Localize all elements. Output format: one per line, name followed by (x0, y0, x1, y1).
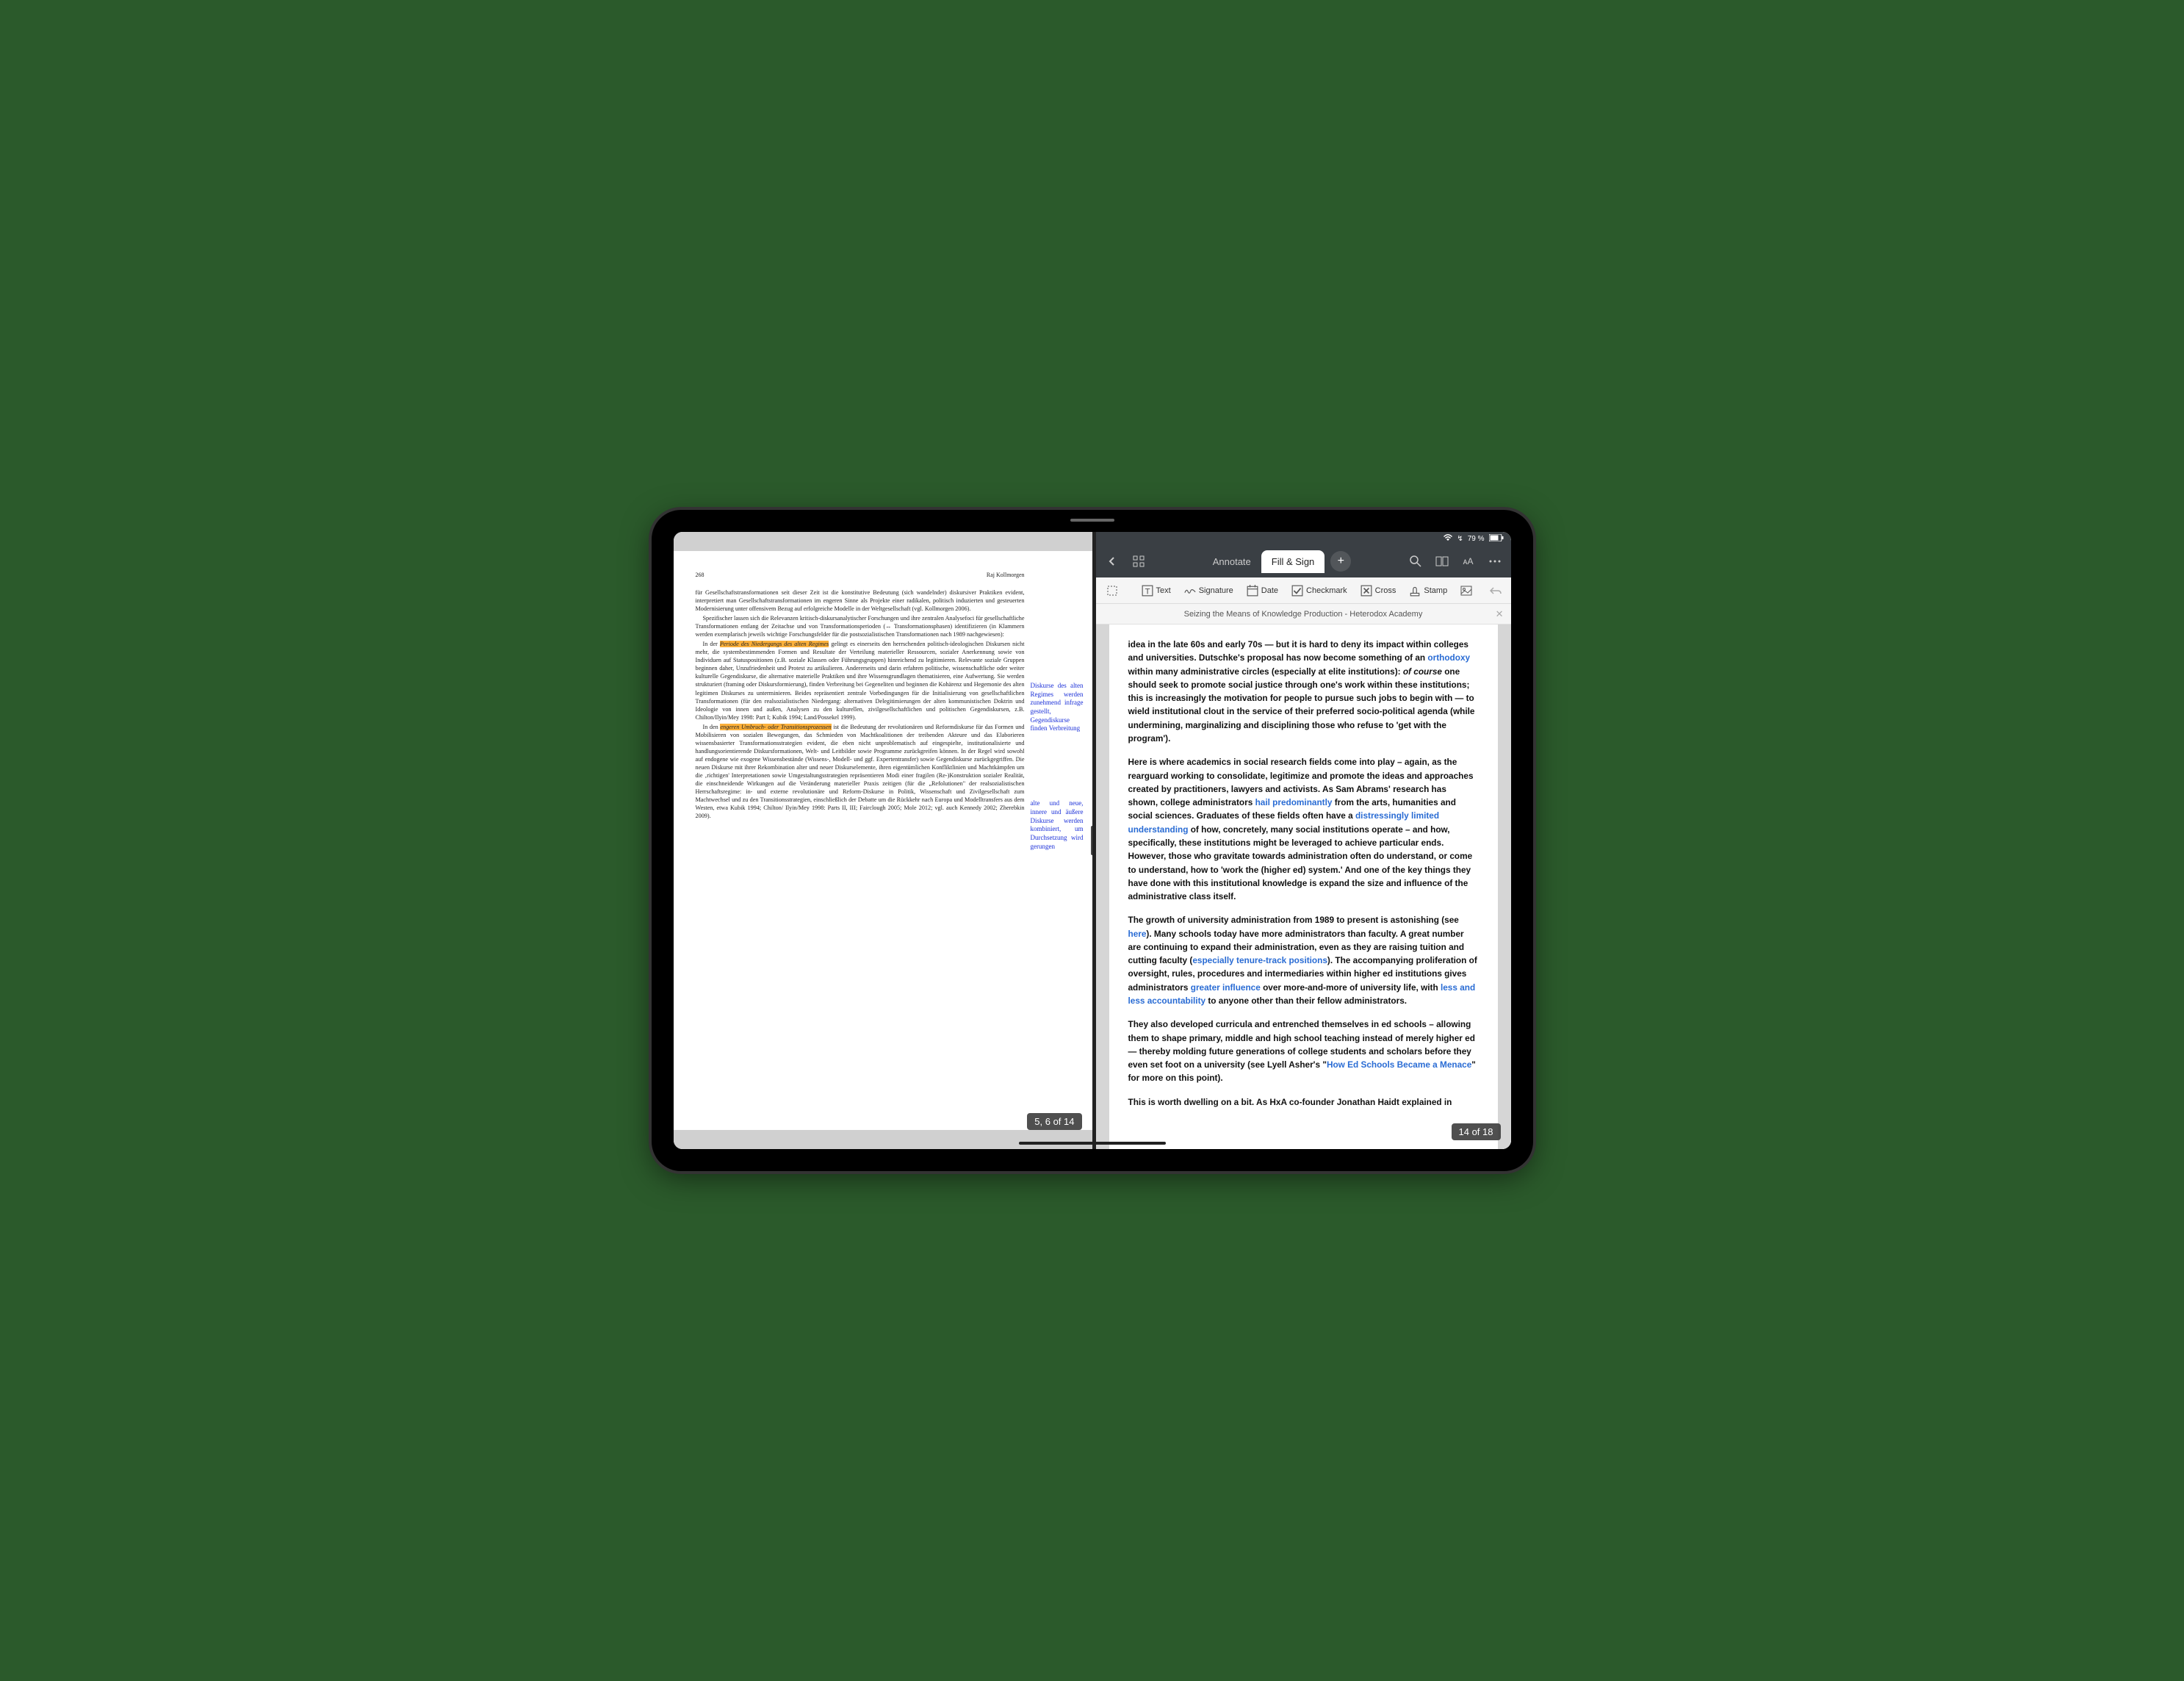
paragraph: Here is where academics in social resear… (1128, 755, 1479, 903)
more-icon[interactable] (1485, 551, 1505, 572)
text: over more-and-more of university life, w… (1261, 982, 1441, 993)
screen: 268 Raj Kollmorgen für Gesellschaftstran… (674, 532, 1511, 1149)
back-button[interactable] (1102, 551, 1122, 572)
battery-percentage: 79 % (1468, 535, 1485, 543)
tool-label: Cross (1375, 586, 1396, 595)
document-title: Seizing the Means of Knowledge Productio… (1184, 610, 1423, 619)
highlight[interactable]: engeren Umbruch- oder Transitionsprozess… (720, 724, 831, 730)
tool-label: Checkmark (1306, 586, 1347, 595)
text-tool[interactable]: T Text (1137, 582, 1175, 600)
selection-tool[interactable] (1102, 582, 1122, 600)
right-app-pane: ↯ 79 % Annotate Fill & Sign + (1092, 532, 1511, 1149)
handwritten-annotation[interactable]: alte und neue, innere und äußere Diskurs… (1031, 799, 1084, 851)
text-size-icon[interactable]: ᴀA (1458, 551, 1479, 572)
page-counter: 14 of 18 (1452, 1123, 1501, 1140)
tab-fill-sign[interactable]: Fill & Sign (1261, 550, 1325, 573)
paragraph: idea in the late 60s and early 70s — but… (1128, 638, 1479, 745)
text: In der (703, 641, 720, 647)
left-document-page[interactable]: 268 Raj Kollmorgen für Gesellschaftstran… (674, 551, 1092, 1130)
text: to anyone other than their fellow admini… (1205, 996, 1407, 1006)
add-tab-button[interactable]: + (1330, 551, 1351, 572)
handwritten-annotation[interactable]: Diskurse des alten Regimes werden zunehm… (1031, 682, 1084, 733)
page-counter: 5, 6 of 14 (1027, 1113, 1081, 1130)
ipad-frame: 268 Raj Kollmorgen für Gesellschaftstran… (652, 510, 1533, 1171)
left-text-column: 268 Raj Kollmorgen für Gesellschaftstran… (696, 572, 1031, 1121)
text: within many administrative circles (espe… (1128, 666, 1403, 677)
top-notch (1070, 519, 1114, 522)
page-author: Raj Kollmorgen (987, 572, 1025, 580)
text: In den (703, 724, 721, 730)
link-orthodoxy[interactable]: orthodoxy (1427, 652, 1470, 663)
paragraph: This is worth dwelling on a bit. As HxA … (1128, 1095, 1479, 1109)
close-document-button[interactable]: ✕ (1496, 608, 1504, 620)
right-document-viewport[interactable]: idea in the late 60s and early 70s — but… (1096, 624, 1511, 1149)
paragraph: Spezifischer lassen sich die Relevanzen … (696, 614, 1025, 638)
search-icon[interactable] (1405, 551, 1426, 572)
paragraph: The growth of university administration … (1128, 913, 1479, 1007)
paragraph: They also developed curricula and entren… (1128, 1018, 1479, 1084)
top-toolbar: Annotate Fill & Sign + ᴀA (1096, 545, 1511, 577)
link-hail-predominantly[interactable]: hail predominantly (1255, 797, 1333, 807)
date-tool[interactable]: Date (1242, 582, 1283, 600)
document-title-bar: Seizing the Means of Knowledge Productio… (1096, 604, 1511, 624)
paragraph: In der Periode des Niedergangs des alten… (696, 640, 1025, 721)
link-greater-influence[interactable]: greater influence (1191, 982, 1261, 993)
outline-icon[interactable] (1432, 551, 1452, 572)
svg-text:T: T (1145, 587, 1150, 596)
text: of how, concretely, many social institut… (1128, 824, 1473, 901)
wifi-icon (1444, 534, 1452, 544)
left-bottombar (674, 1131, 1092, 1149)
battery-icon (1489, 534, 1504, 544)
tool-label: Text (1156, 586, 1171, 595)
stamp-tool[interactable]: Stamp (1405, 582, 1452, 600)
fill-sign-toolbar: T Text Signature Date Checkmark Cr (1096, 577, 1511, 604)
margin-annotations: Diskurse des alten Regimes werden zunehm… (1031, 572, 1084, 1121)
tool-label: Date (1261, 586, 1278, 595)
highlight[interactable]: Periode des Niedergangs des alten Regime… (720, 641, 829, 647)
text: gelingt es einerseits den herrschenden p… (696, 641, 1025, 721)
italic-text: of course (1403, 666, 1442, 677)
cross-tool[interactable]: Cross (1356, 582, 1401, 600)
checkmark-tool[interactable]: Checkmark (1287, 582, 1352, 600)
signature-tool[interactable]: Signature (1180, 582, 1238, 600)
grid-view-icon[interactable] (1128, 551, 1149, 572)
home-indicator[interactable] (1019, 1142, 1166, 1145)
text: idea in the late 60s and early 70s — but… (1128, 639, 1468, 663)
tool-label: Signature (1199, 586, 1233, 595)
right-document-page: idea in the late 60s and early 70s — but… (1109, 624, 1498, 1149)
paragraph: In den engeren Umbruch- oder Transitions… (696, 723, 1025, 821)
status-bar: ↯ 79 % (1096, 532, 1511, 545)
charging-icon: ↯ (1457, 535, 1463, 543)
left-topbar (674, 532, 1092, 550)
tool-label: Stamp (1424, 586, 1447, 595)
undo-button[interactable] (1485, 582, 1506, 600)
paragraph: für Gesellschaftstransformationen seit d… (696, 588, 1025, 613)
page-number: 268 (696, 572, 704, 580)
text: ist die Bedeutung der revolutionären und… (696, 724, 1025, 820)
link-tenure-track[interactable]: especially tenure-track positions (1192, 955, 1327, 965)
left-app-pane: 268 Raj Kollmorgen für Gesellschaftstran… (674, 532, 1092, 1149)
link-ed-schools-menace[interactable]: How Ed Schools Became a Menace (1327, 1059, 1471, 1070)
text: one should seek to promote social justic… (1128, 666, 1475, 744)
link-here[interactable]: here (1128, 929, 1147, 939)
mode-tabs: Annotate Fill & Sign + (1203, 550, 1352, 573)
tab-annotate[interactable]: Annotate (1203, 550, 1261, 573)
image-tool[interactable] (1456, 582, 1477, 600)
text: The growth of university administration … (1128, 915, 1459, 925)
